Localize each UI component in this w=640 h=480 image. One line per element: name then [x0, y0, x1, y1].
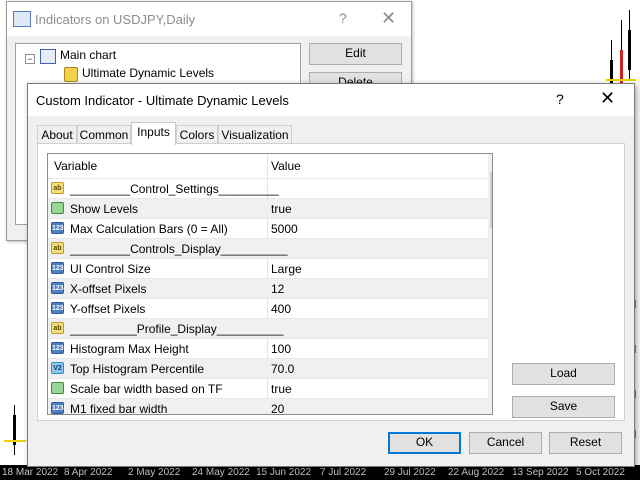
candle: [628, 30, 631, 70]
time-axis-label: 22 Aug 2022: [448, 467, 505, 478]
inputs-grid[interactable]: Variable Value ab _________Control_Settin…: [47, 153, 493, 415]
ok-button[interactable]: OK: [388, 432, 461, 454]
input-row[interactable]: 123 Histogram Max Height 100: [48, 338, 488, 358]
text-param-icon: ab: [51, 242, 64, 254]
dialog-title: Custom Indicator - Ultimate Dynamic Leve…: [36, 93, 289, 108]
input-variable-name: Scale bar width based on TF: [70, 382, 223, 396]
inputs-panel: Variable Value ab _________Control_Settin…: [37, 143, 625, 421]
input-variable-name: Show Levels: [70, 202, 139, 216]
input-value[interactable]: 5000: [271, 222, 298, 236]
custom-indicator-dialog: Custom Indicator - Ultimate Dynamic Leve…: [27, 83, 635, 467]
input-value[interactable]: 100: [271, 342, 291, 356]
tab-common[interactable]: Common: [77, 125, 131, 144]
double-param-icon: V2: [51, 362, 64, 374]
custom-indicator-titlebar[interactable]: Custom Indicator - Ultimate Dynamic Leve…: [28, 84, 634, 116]
integer-param-icon: 123: [51, 222, 64, 234]
scroll-down-icon[interactable]: ▼: [488, 397, 492, 413]
tab-inputs[interactable]: Inputs: [131, 122, 176, 145]
input-value[interactable]: Large: [271, 262, 302, 276]
input-variable-name: Histogram Max Height: [70, 342, 189, 356]
tab-colors[interactable]: Colors: [176, 125, 218, 144]
input-value[interactable]: true: [271, 202, 292, 216]
input-row[interactable]: 123 M1 fixed bar width 20: [48, 398, 488, 415]
reset-button[interactable]: Reset: [549, 432, 622, 454]
input-value[interactable]: 400: [271, 302, 291, 316]
text-param-icon: ab: [51, 322, 64, 334]
input-row[interactable]: 123 Y-offset Pixels 400: [48, 298, 488, 318]
time-axis-label: 7 Jul 2022: [320, 467, 367, 478]
input-variable-name: X-offset Pixels: [70, 282, 147, 296]
input-row[interactable]: ab __________Profile_Display__________: [48, 318, 488, 338]
time-axis-label: 13 Sep 2022: [512, 467, 569, 478]
input-value[interactable]: 20: [271, 402, 284, 414]
input-row[interactable]: V2 Top Histogram Percentile 70.0: [48, 358, 488, 378]
custom-indicator-icon: [64, 67, 78, 82]
close-button[interactable]: ✕: [600, 88, 615, 109]
input-row[interactable]: 123 Max Calculation Bars (0 = All) 5000: [48, 218, 488, 238]
indicators-dialog-title: Indicators on USDJPY,Daily: [35, 12, 196, 27]
integer-param-icon: 123: [51, 282, 64, 294]
input-variable-name: M1 fixed bar width: [70, 402, 168, 415]
time-axis-label: 24 May 2022: [192, 467, 250, 478]
input-value[interactable]: 70.0: [271, 362, 294, 376]
input-variable-name: Top Histogram Percentile: [70, 362, 205, 376]
column-header-variable[interactable]: Variable: [54, 159, 97, 173]
indicators-window-icon: [13, 11, 31, 27]
dynamic-level-line: [606, 79, 636, 81]
input-variable-name: _________Control_Settings_________: [70, 182, 279, 196]
close-button[interactable]: ✕: [381, 8, 396, 29]
help-button[interactable]: ?: [339, 10, 347, 26]
edit-button[interactable]: Edit: [309, 43, 402, 65]
chart-window-icon: [40, 49, 56, 64]
input-row[interactable]: Scale bar width based on TF true: [48, 378, 488, 398]
input-row[interactable]: 123 UI Control Size Large: [48, 258, 488, 278]
column-header-value[interactable]: Value: [271, 159, 301, 173]
boolean-param-icon: [51, 202, 64, 214]
help-button[interactable]: ?: [556, 91, 564, 107]
input-variable-name: Max Calculation Bars (0 = All): [70, 222, 228, 236]
integer-param-icon: 123: [51, 262, 64, 274]
indicators-dialog-titlebar[interactable]: Indicators on USDJPY,Daily ? ✕: [7, 2, 411, 36]
input-row[interactable]: ab _________Control_Settings_________: [48, 178, 488, 198]
boolean-param-icon: [51, 382, 64, 394]
tree-item-ultimate-dynamic-levels[interactable]: Ultimate Dynamic Levels: [82, 66, 214, 80]
tab-about[interactable]: About: [37, 125, 77, 144]
cancel-button[interactable]: Cancel: [469, 432, 542, 454]
load-button[interactable]: Load: [512, 363, 615, 385]
integer-param-icon: 123: [51, 302, 64, 314]
collapse-icon[interactable]: −: [25, 54, 35, 64]
integer-param-icon: 123: [51, 342, 64, 354]
dynamic-level-line: [4, 440, 26, 442]
input-variable-name: _________Controls_Display__________: [70, 242, 288, 256]
scroll-up-icon[interactable]: ▲: [488, 155, 492, 171]
tree-item-main-chart[interactable]: Main chart: [60, 48, 116, 62]
scrollbar-thumb[interactable]: [490, 172, 492, 228]
input-variable-name: __________Profile_Display__________: [70, 322, 284, 336]
save-button[interactable]: Save: [512, 396, 615, 418]
tab-visualization[interactable]: Visualization: [218, 125, 292, 144]
input-row[interactable]: Show Levels true: [48, 198, 488, 218]
input-value[interactable]: true: [271, 382, 292, 396]
input-variable-name: UI Control Size: [70, 262, 151, 276]
time-axis-label: 5 Oct 2022: [576, 467, 625, 478]
vertical-scrollbar[interactable]: ▲ ▼: [488, 154, 492, 414]
time-axis-label: 2 May 2022: [128, 467, 181, 478]
time-axis-label: 8 Apr 2022: [64, 467, 113, 478]
input-row[interactable]: 123 X-offset Pixels 12: [48, 278, 488, 298]
grid-header: Variable Value: [48, 154, 488, 178]
input-variable-name: Y-offset Pixels: [70, 302, 146, 316]
integer-param-icon: 123: [51, 402, 64, 414]
input-value[interactable]: 12: [271, 282, 284, 296]
input-row[interactable]: ab _________Controls_Display__________: [48, 238, 488, 258]
time-axis-label: 18 Mar 2022: [2, 467, 59, 478]
text-param-icon: ab: [51, 182, 64, 194]
time-axis-label: 15 Jun 2022: [256, 467, 312, 478]
time-axis-label: 29 Jul 2022: [384, 467, 436, 478]
